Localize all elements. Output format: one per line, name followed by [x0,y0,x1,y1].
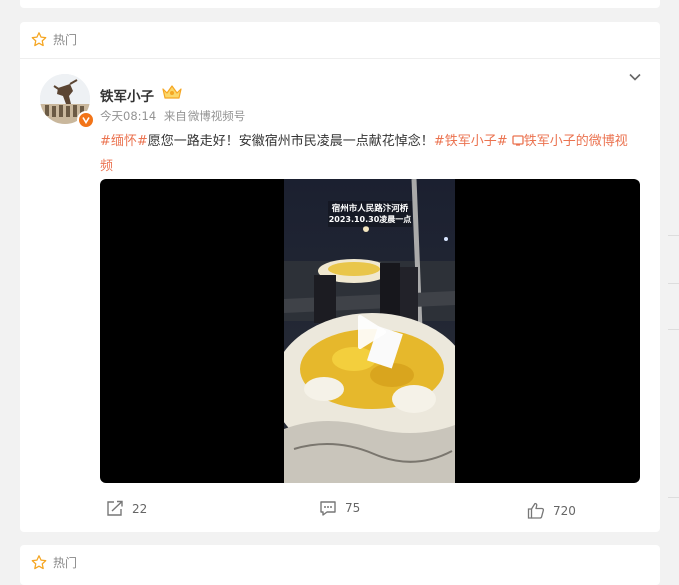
username[interactable]: 铁军小子 [100,85,154,105]
previous-post-card [20,0,660,8]
side-panel-edge [668,283,679,284]
post-body: 愿您一路走好！安徽宿州市民凌晨一点献花悼念！ [147,134,434,149]
share-button[interactable]: 22 [106,500,147,517]
hot-label: 热门 [53,556,78,570]
source-prefix: 来自 [163,109,187,123]
overlay-line1: 宿州市人民路汴河桥 [332,203,409,214]
overlay-line2: 2023.10.30凌晨一点 [329,214,412,224]
share-icon [107,500,123,516]
link-video-icon [512,135,524,146]
like-icon [527,502,545,519]
video-player[interactable]: 宿州市人民路汴河桥 2023.10.30凌晨一点 [100,179,640,483]
verified-badge [77,111,95,129]
chevron-down-icon[interactable] [628,70,642,84]
verified-icon [82,117,90,124]
divider [20,58,660,59]
play-icon[interactable] [346,309,392,355]
comment-count: 75 [345,501,361,515]
share-count: 22 [132,501,148,516]
comment-icon [320,501,336,516]
post-meta: 今天08:14 来自微博视频号 [100,108,249,124]
side-panel-edge [668,329,679,330]
crown-icon[interactable] [161,83,183,101]
post-time[interactable]: 今天08:14 [100,109,156,123]
post-text: #缅怀#愿您一路走好！安徽宿州市民凌晨一点献花悼念！#铁军小子# 铁军小子的微博… [100,129,640,179]
like-button[interactable]: 720 [527,502,576,519]
star-icon [31,555,47,570]
hashtag-link[interactable]: #铁军小子# [434,134,508,149]
action-bar: 22 75 720 [20,500,660,524]
post-source[interactable]: 微博视频号 [188,109,246,123]
comment-button[interactable]: 75 [319,500,360,516]
star-icon [31,32,47,47]
side-panel-edge [668,497,679,498]
next-post-card: 热门 [20,545,660,585]
side-panel-edge [668,235,679,236]
like-count: 720 [553,503,576,518]
hot-header: 热门 [30,554,77,571]
hot-header: 热门 [30,31,77,48]
hot-label: 热门 [53,33,78,47]
hashtag-link[interactable]: #缅怀# [100,134,148,149]
post-card: 热门 铁军小子 今天08:14 来自微博视频号 #缅怀#愿您一路走好！安徽宿州市… [20,22,660,532]
